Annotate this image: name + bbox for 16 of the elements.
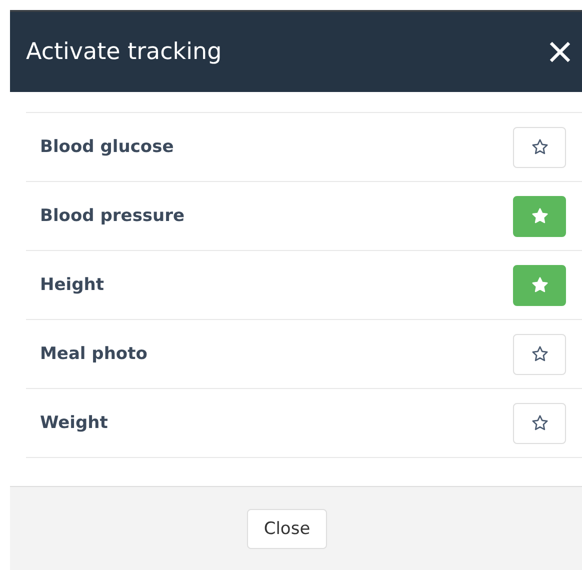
dialog-title: Activate tracking (26, 39, 222, 65)
item-label: Weight (39, 413, 108, 433)
item-label: Height (39, 275, 104, 295)
star-icon (530, 207, 548, 225)
star-icon (530, 276, 548, 294)
item-label: Blood glucose (39, 137, 174, 157)
close-icon (549, 41, 571, 63)
star-toggle-button[interactable] (513, 196, 566, 236)
item-label: Blood pressure (39, 206, 185, 226)
star-icon (530, 138, 548, 156)
star-icon (530, 414, 548, 432)
close-button[interactable]: Close (246, 509, 328, 549)
close-button[interactable] (548, 40, 572, 64)
star-icon (530, 345, 548, 363)
star-toggle-button[interactable] (513, 264, 566, 306)
item-label: Meal photo (39, 344, 148, 364)
